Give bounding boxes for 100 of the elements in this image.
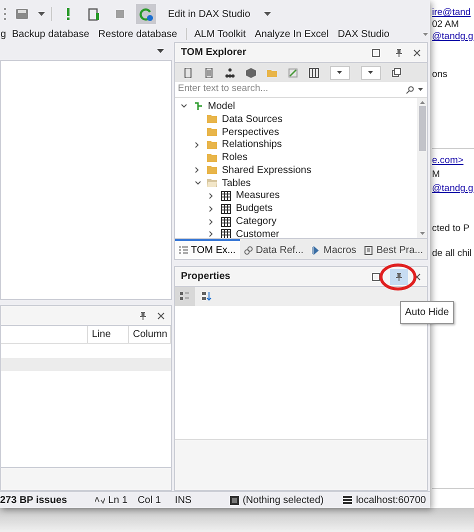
list-icon <box>178 246 188 254</box>
column-header[interactable]: Line <box>88 326 129 343</box>
tree-label: Tables <box>222 176 251 191</box>
tab[interactable]: Best Pra... <box>360 239 427 259</box>
caret-icon[interactable] <box>264 12 272 16</box>
line-indicator: Ln 1 <box>108 494 128 508</box>
search-box[interactable]: Enter text to search... <box>174 82 427 98</box>
refresh-button[interactable] <box>136 4 156 24</box>
menu-item[interactable]: ALM Toolkit <box>194 26 246 42</box>
email-text: ons <box>432 68 448 82</box>
server-address[interactable]: localhost:60700 <box>356 492 426 508</box>
table-icon <box>220 216 231 227</box>
chevron-down-icon[interactable] <box>180 104 187 108</box>
tree-label: Perspectives <box>222 126 280 140</box>
spellcheck-icon <box>95 496 106 504</box>
caret-icon[interactable] <box>418 88 423 91</box>
maximize-icon[interactable] <box>372 48 380 56</box>
tree-item[interactable]: Measures <box>174 190 417 202</box>
search-icon[interactable] <box>406 86 414 94</box>
tree-label: Relationships <box>222 138 282 152</box>
open-folder-icon <box>206 178 217 188</box>
copy-icon[interactable] <box>392 68 401 77</box>
links-icon <box>244 246 253 254</box>
column-header[interactable]: Column <box>128 326 171 343</box>
save-icon <box>15 7 29 21</box>
hierarchy-icon[interactable] <box>224 68 235 78</box>
panel-title: TOM Explorer <box>180 46 246 60</box>
tree-label: Category <box>236 215 276 230</box>
device-icon[interactable] <box>182 68 193 78</box>
folder-icon <box>206 165 217 176</box>
dropdown[interactable] <box>330 66 350 80</box>
tree-label: Shared Expressions <box>222 164 312 178</box>
menu-item[interactable]: DAX Studio <box>338 26 390 42</box>
folder-icon <box>206 126 217 137</box>
play-icon <box>312 246 321 254</box>
sort-icon <box>202 292 212 301</box>
tree-item[interactable]: Tables <box>174 176 417 190</box>
scrollbar[interactable] <box>417 98 427 238</box>
email-text: M <box>432 168 440 182</box>
pin-icon <box>396 48 402 56</box>
columns-icon[interactable] <box>308 68 319 78</box>
refresh-icon <box>139 7 153 21</box>
selection-icon <box>230 496 239 504</box>
panel-title: Properties <box>180 270 230 284</box>
tab[interactable]: Macros <box>308 239 360 259</box>
issues-count[interactable]: 273 BP issues <box>0 492 68 508</box>
caret-icon[interactable] <box>38 12 45 16</box>
tree-label: Roles <box>222 151 248 166</box>
pencil-icon[interactable] <box>288 68 298 78</box>
tree-item[interactable]: Relationships <box>174 138 417 152</box>
menu-item[interactable]: Restore database <box>98 26 178 42</box>
email-link[interactable]: ire@tand <box>432 6 471 20</box>
folder-icon <box>206 152 217 163</box>
model-icon <box>192 101 203 112</box>
tree-item[interactable]: Category <box>174 215 417 228</box>
tree-item[interactable]: Data Sources <box>174 112 417 126</box>
email-text: 02 AM <box>432 18 459 32</box>
folder-icon <box>206 140 217 150</box>
email-link[interactable]: e.com> <box>432 154 464 168</box>
email-text: cted to P <box>432 222 470 236</box>
tree-item[interactable]: Perspectives <box>174 126 417 138</box>
pin-button[interactable] <box>390 268 408 284</box>
tree-item[interactable]: Roles <box>174 151 417 164</box>
chevron-right-icon[interactable] <box>194 142 199 148</box>
chevron-down-icon[interactable] <box>194 181 201 186</box>
tree-label: Budgets <box>236 202 273 216</box>
document-icon <box>87 7 101 21</box>
tree-label: Model <box>208 100 236 114</box>
tab[interactable]: TOM Ex... <box>174 239 240 259</box>
tree-label: Data Sources <box>222 112 282 127</box>
email-link[interactable]: @tandg.g <box>432 182 474 196</box>
cube-icon[interactable] <box>246 68 256 78</box>
email-link[interactable]: @tandg.g <box>432 30 474 44</box>
tab[interactable]: Data Ref... <box>240 239 308 259</box>
annotation-circle <box>378 262 418 292</box>
document-icon <box>364 246 374 254</box>
categorized-button[interactable] <box>174 287 195 306</box>
caret-icon <box>337 71 342 74</box>
caret-icon[interactable] <box>156 49 164 53</box>
tree-item[interactable]: Shared Expressions <box>174 164 417 177</box>
selection-status: (Nothing selected) <box>242 494 324 508</box>
maximize-icon[interactable] <box>372 272 380 280</box>
edit-in-dax-studio-button[interactable]: Edit in DAX Studio <box>166 6 252 22</box>
tree-label: Measures <box>236 189 280 204</box>
menu-item[interactable]: Backup database <box>12 26 90 42</box>
grid-icon <box>180 292 190 301</box>
menu-item[interactable]: Analyze In Excel <box>254 26 329 42</box>
menu-item[interactable]: g <box>0 26 6 42</box>
chevron-right-icon[interactable] <box>194 167 199 174</box>
dropdown[interactable] <box>360 66 381 80</box>
column-indicator: Col 1 <box>138 494 161 508</box>
email-text: de all chil <box>432 247 472 261</box>
tree-item[interactable]: Model <box>174 100 417 113</box>
tree-label: Customer <box>236 228 280 238</box>
close-icon[interactable] <box>156 312 165 320</box>
list-icon[interactable] <box>204 68 214 78</box>
pin-icon <box>396 272 402 280</box>
scroll-up-icon <box>420 101 424 104</box>
close-icon[interactable] <box>413 48 421 56</box>
tree-item[interactable]: Budgets <box>174 202 417 216</box>
